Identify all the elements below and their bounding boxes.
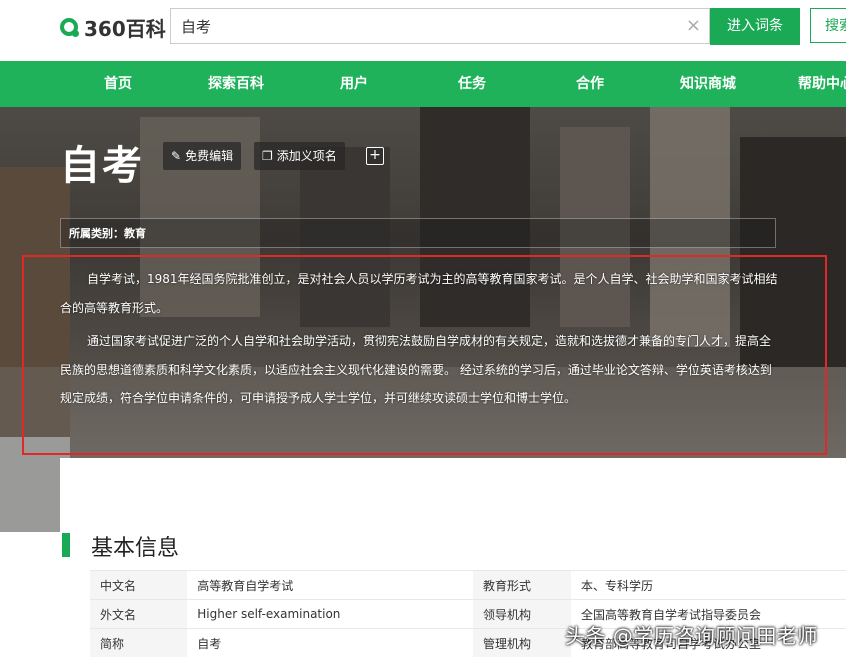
search-input[interactable]	[171, 9, 681, 43]
info-value: 本、专科学历	[571, 570, 846, 600]
info-key: 简称	[90, 628, 188, 657]
nav-item-tasks[interactable]: 任务	[458, 61, 486, 107]
enter-entry-button[interactable]: 进入词条	[710, 8, 800, 45]
summary-paragraph-1: 自学考试，1981年经国务院批准创立，是对社会人员以学历考试为主的高等教育国家考…	[60, 272, 778, 315]
info-key: 领导机构	[473, 599, 571, 629]
summary-paragraph-2: 通过国家考试促进广泛的个人自学和社会助学活动，贯彻宪法鼓励自学成材的有关规定，造…	[60, 334, 772, 405]
plus-icon[interactable]: +	[366, 147, 384, 165]
info-key: 中文名	[90, 570, 188, 600]
section-accent-bar	[62, 533, 70, 557]
add-meaning-button[interactable]: ❐ 添加义项名	[254, 142, 345, 170]
info-key: 管理机构	[473, 628, 571, 657]
basic-info-title: 基本信息	[91, 536, 180, 561]
search-box: ×	[170, 8, 710, 44]
add-meaning-label: 添加义项名	[276, 149, 337, 163]
search-button[interactable]: 搜索	[810, 8, 846, 43]
nav-item-help[interactable]: 帮助中心	[798, 61, 846, 107]
logo-text: 360百科	[84, 16, 166, 41]
main-nav: 首页 探索百科 用户 任务 合作 知识商城 帮助中心	[0, 61, 846, 107]
info-key: 教育形式	[473, 570, 571, 600]
table-row: 中文名 高等教育自学考试 教育形式 本、专科学历	[90, 570, 846, 600]
category-bar: 所属类别：教育	[60, 218, 776, 248]
logo-ring-icon	[60, 18, 79, 37]
info-value: Higher self-examination	[187, 599, 474, 629]
nav-item-explore[interactable]: 探索百科	[208, 61, 264, 107]
info-key: 外文名	[90, 599, 188, 629]
copy-icon: ❐	[262, 149, 273, 163]
free-edit-label: 免费编辑	[185, 149, 234, 163]
pencil-icon: ✎	[171, 149, 182, 163]
info-value: 高等教育自学考试	[187, 570, 474, 600]
clear-icon[interactable]: ×	[686, 15, 701, 36]
nav-item-knowledge-mall[interactable]: 知识商城	[680, 61, 736, 107]
nav-item-cooperation[interactable]: 合作	[576, 61, 604, 107]
top-bar: 360百科 × 进入词条 搜索	[0, 0, 846, 60]
info-value: 自考	[187, 628, 474, 657]
free-edit-button[interactable]: ✎ 免费编辑	[163, 142, 242, 170]
nav-item-users[interactable]: 用户	[340, 61, 368, 107]
nav-item-home[interactable]: 首页	[104, 61, 132, 107]
entry-title: 自考	[60, 143, 144, 189]
watermark: 头条 @学历咨询顾问田老师	[565, 624, 818, 648]
site-logo[interactable]: 360百科	[60, 13, 166, 41]
